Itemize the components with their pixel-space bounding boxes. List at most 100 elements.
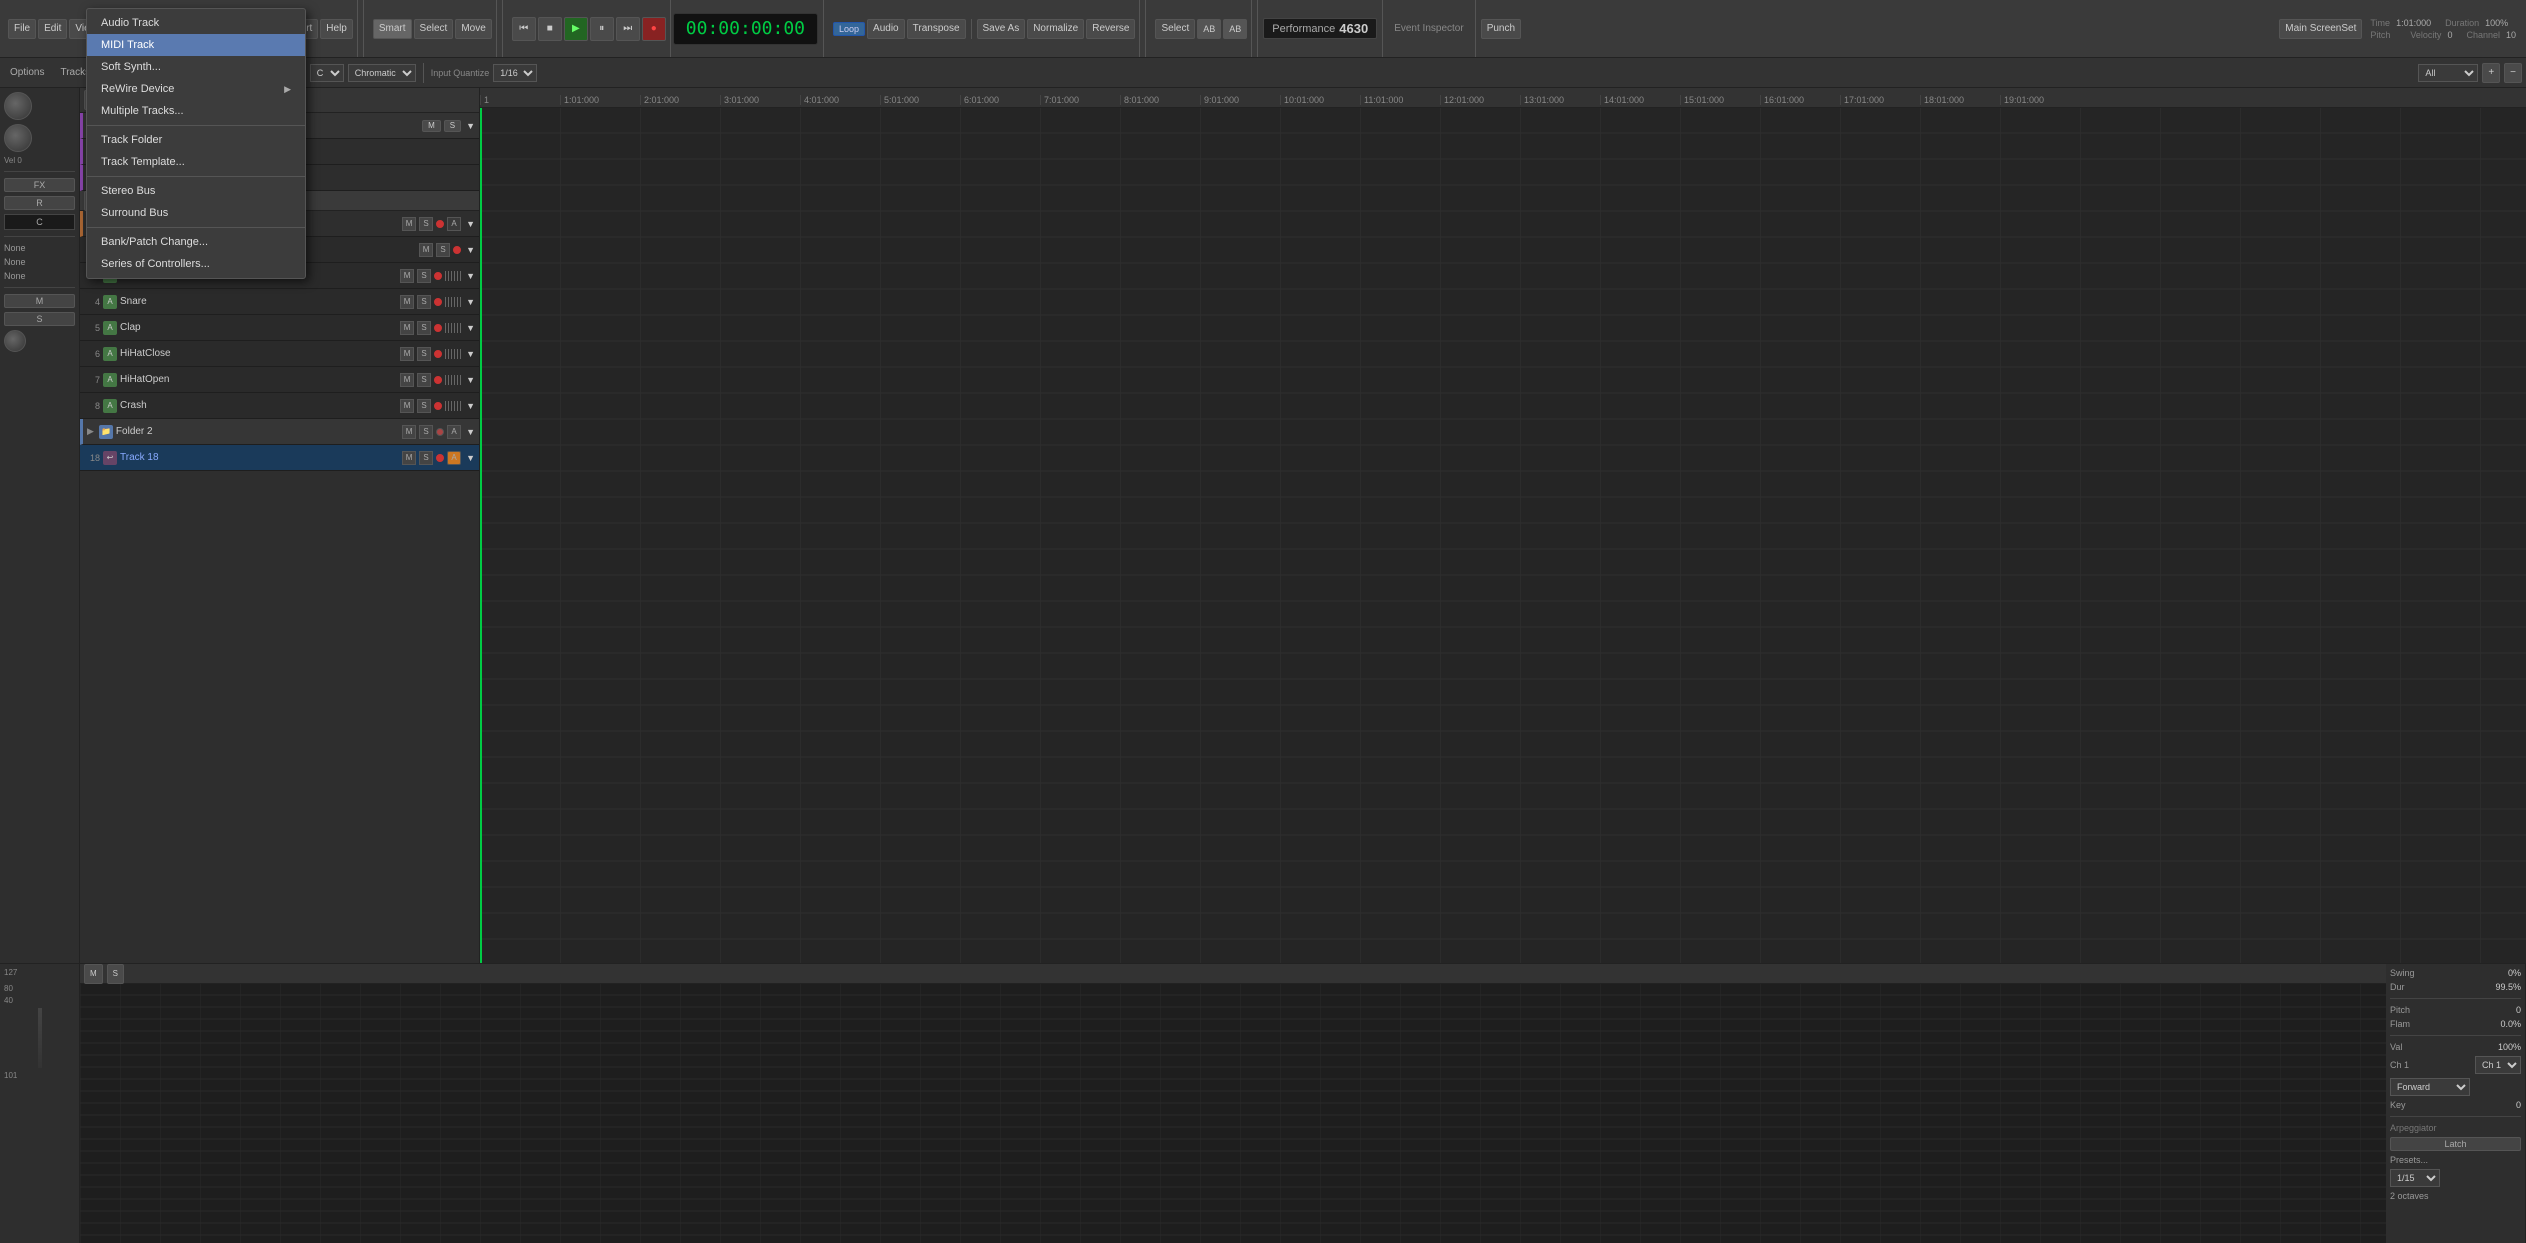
velocity-slider[interactable] <box>38 1008 42 1068</box>
t18-m[interactable]: M <box>402 451 416 465</box>
menu-item-series-controllers[interactable]: Series of Controllers... <box>87 253 305 275</box>
select-tool[interactable]: Select <box>414 19 454 39</box>
f2-dropdown[interactable]: ▼ <box>466 427 475 437</box>
t7-m[interactable]: M <box>400 373 414 387</box>
menu-item-multiple-tracks[interactable]: Multiple Tracks... <box>87 100 305 122</box>
play-btn[interactable]: ▶ <box>564 17 588 41</box>
audio-btn[interactable]: Audio <box>867 19 905 39</box>
t3-dropdown[interactable]: ▼ <box>466 271 475 281</box>
pause-btn[interactable]: ⏸ <box>590 17 614 41</box>
drums-r[interactable] <box>436 220 444 228</box>
t8-r[interactable] <box>434 402 442 410</box>
menu-item-audio-track[interactable]: Audio Track <box>87 12 305 34</box>
grid-area[interactable] <box>480 108 2526 963</box>
t3-r[interactable] <box>434 272 442 280</box>
drums-m[interactable]: M <box>402 217 416 231</box>
t2-r[interactable] <box>453 246 461 254</box>
t4-r[interactable] <box>434 298 442 306</box>
t4-dropdown[interactable]: ▼ <box>466 297 475 307</box>
loop-btn[interactable]: Loop <box>833 22 865 36</box>
pan-knob[interactable] <box>4 330 26 352</box>
piano-roll-area[interactable] <box>80 984 2386 1243</box>
t6-dropdown[interactable]: ▼ <box>466 349 475 359</box>
t18-dropdown[interactable]: ▼ <box>466 453 475 463</box>
t7-s[interactable]: S <box>417 373 431 387</box>
menu-item-midi-track[interactable]: MIDI Track <box>87 34 305 56</box>
record-btn[interactable]: ● <box>642 17 666 41</box>
dir-select[interactable]: Forward <box>2390 1078 2470 1096</box>
smart-tool[interactable]: Smart <box>373 19 412 39</box>
normalize-btn[interactable]: Normalize <box>1027 19 1084 39</box>
latch-btn[interactable]: Latch <box>2390 1137 2521 1151</box>
folder2-expand[interactable]: ▶ <box>87 426 94 437</box>
t8-s[interactable]: S <box>417 399 431 413</box>
fx-chain-m[interactable]: M <box>422 120 441 132</box>
fx-btn[interactable]: FX <box>4 178 75 192</box>
stop-btn[interactable]: ■ <box>538 17 562 41</box>
t2-m[interactable]: M <box>419 243 433 257</box>
menu-item-track-folder[interactable]: Track Folder <box>87 129 305 151</box>
main-knob-2[interactable] <box>4 124 32 152</box>
t3-s[interactable]: S <box>417 269 431 283</box>
main-screenset-btn[interactable]: Main ScreenSet <box>2279 19 2362 39</box>
options-menu[interactable]: Options <box>4 65 50 80</box>
ch-select[interactable]: Ch 1 <box>2475 1056 2521 1074</box>
transpose-btn[interactable]: Transpose <box>907 19 966 39</box>
save-as-btn[interactable]: Save As <box>977 19 1026 39</box>
f2-m[interactable]: M <box>402 425 416 439</box>
drums-s[interactable]: S <box>419 217 433 231</box>
drums-dropdown[interactable]: ▼ <box>466 219 475 229</box>
t5-dropdown[interactable]: ▼ <box>466 323 475 333</box>
ab-btn-1[interactable]: AB <box>1197 19 1221 39</box>
f2-a[interactable]: A <box>447 425 461 439</box>
fx-chain-dropdown[interactable]: ▼ <box>466 121 475 131</box>
all-select[interactable]: All <box>2418 64 2478 82</box>
t3-m[interactable]: M <box>400 269 414 283</box>
t5-m[interactable]: M <box>400 321 414 335</box>
t6-m[interactable]: M <box>400 347 414 361</box>
t18-a[interactable]: A <box>447 451 461 465</box>
menu-help[interactable]: Help <box>320 19 353 39</box>
t6-s[interactable]: S <box>417 347 431 361</box>
t2-dropdown[interactable]: ▼ <box>466 245 475 255</box>
menu-file[interactable]: File <box>8 19 36 39</box>
zoom-in-btn[interactable]: + <box>2482 63 2500 83</box>
menu-item-soft-synth[interactable]: Soft Synth... <box>87 56 305 78</box>
mode-select[interactable]: ChromaticMajorMinor <box>348 64 416 82</box>
select-btn[interactable]: Select <box>1155 19 1195 39</box>
menu-item-stereo-bus[interactable]: Stereo Bus <box>87 180 305 202</box>
menu-item-bank-patch[interactable]: Bank/Patch Change... <box>87 231 305 253</box>
t6-r[interactable] <box>434 350 442 358</box>
arp-rate-select[interactable]: 1/15 <box>2390 1169 2440 1187</box>
ff-btn[interactable]: ⏭ <box>616 17 640 41</box>
rewind-btn[interactable]: ⏮ <box>512 17 536 41</box>
menu-edit[interactable]: Edit <box>38 19 67 39</box>
f2-r[interactable] <box>436 428 444 436</box>
fx-chain-s[interactable]: S <box>444 120 461 132</box>
t4-m[interactable]: M <box>400 295 414 309</box>
t8-m[interactable]: M <box>400 399 414 413</box>
t4-s[interactable]: S <box>417 295 431 309</box>
t7-r[interactable] <box>434 376 442 384</box>
punch-btn[interactable]: Punch <box>1481 19 1521 39</box>
t5-s[interactable]: S <box>417 321 431 335</box>
t8-dropdown[interactable]: ▼ <box>466 401 475 411</box>
menu-item-surround-bus[interactable]: Surround Bus <box>87 202 305 224</box>
reverse-btn[interactable]: Reverse <box>1086 19 1135 39</box>
quantize-select[interactable]: 1/161/81/4 <box>493 64 537 82</box>
t18-r[interactable] <box>436 454 444 462</box>
ab-btn-2[interactable]: AB <box>1223 19 1247 39</box>
f2-s[interactable]: S <box>419 425 433 439</box>
zoom-out-btn[interactable]: − <box>2504 63 2522 83</box>
move-tool[interactable]: Move <box>455 19 491 39</box>
menu-item-rewire-device[interactable]: ReWire Device ▶ <box>87 78 305 100</box>
m-btn[interactable]: M <box>4 294 75 308</box>
midi-solo-btn[interactable]: S <box>107 964 124 984</box>
r-btn[interactable]: R <box>4 196 75 210</box>
t2-s[interactable]: S <box>436 243 450 257</box>
main-knob-1[interactable] <box>4 92 32 120</box>
t5-r[interactable] <box>434 324 442 332</box>
t18-s[interactable]: S <box>419 451 433 465</box>
s-btn[interactable]: S <box>4 312 75 326</box>
menu-item-track-template[interactable]: Track Template... <box>87 151 305 173</box>
